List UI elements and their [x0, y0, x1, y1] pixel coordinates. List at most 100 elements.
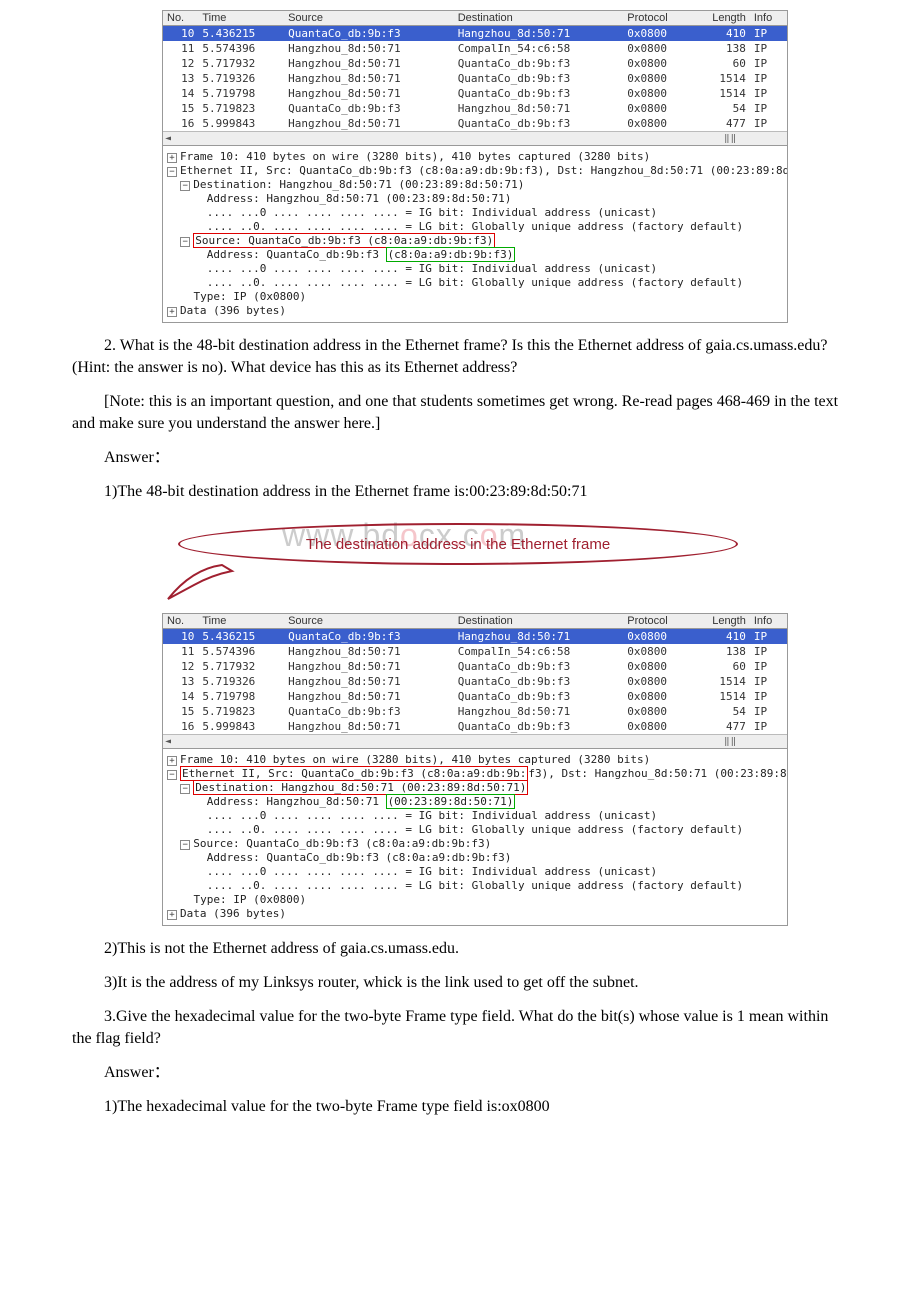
col-source[interactable]: Source: [284, 614, 454, 629]
cell: 5.719823: [198, 101, 284, 116]
col-length[interactable]: Length: [691, 11, 750, 26]
collapse-icon[interactable]: −: [167, 770, 177, 780]
col-destination[interactable]: Destination: [454, 614, 624, 629]
table-row[interactable]: 115.574396Hangzhou_8d:50:71CompalIn_54:c…: [163, 41, 787, 56]
table-row[interactable]: 135.719326Hangzhou_8d:50:71QuantaCo_db:9…: [163, 674, 787, 689]
col-no[interactable]: No.: [163, 614, 198, 629]
collapse-icon[interactable]: −: [180, 840, 190, 850]
cell: 138: [691, 41, 750, 56]
expand-icon[interactable]: +: [167, 153, 177, 163]
cell: QuantaCo_db:9b:f3: [454, 116, 624, 131]
cell: IP: [750, 86, 787, 101]
answer-label: Answer：: [72, 1062, 848, 1084]
cell: 5.574396: [198, 41, 284, 56]
col-protocol[interactable]: Protocol: [623, 614, 691, 629]
ig-bit-line: .... ...0 .... .... .... .... = IG bit: …: [207, 206, 657, 219]
cell: 14: [163, 689, 198, 704]
cell: 1514: [691, 674, 750, 689]
col-info[interactable]: Info: [750, 11, 787, 26]
cell: 12: [163, 659, 198, 674]
col-source[interactable]: Source: [284, 11, 454, 26]
cell: 0x0800: [623, 56, 691, 71]
h-scrollbar[interactable]: ◄ ‖‖: [163, 734, 787, 748]
src-addr-line: Address: QuantaCo_db:9b:f3 (c8:0a:a9:db:…: [207, 247, 516, 262]
expand-icon[interactable]: +: [167, 756, 177, 766]
table-row[interactable]: 145.719798Hangzhou_8d:50:71QuantaCo_db:9…: [163, 689, 787, 704]
scroll-thumb-icon[interactable]: ‖‖: [724, 737, 737, 747]
cell: 54: [691, 101, 750, 116]
dst-mac-highlight: (00:23:89:8d:50:71): [386, 794, 516, 809]
src-line[interactable]: Source: QuantaCo_db:9b:f3 (c8:0a:a9:db:9…: [193, 837, 491, 850]
cell: IP: [750, 629, 787, 645]
src-line-highlight[interactable]: Source: QuantaCo_db:9b:f3 (c8:0a:a9:db:9…: [193, 233, 495, 248]
table-row[interactable]: 145.719798Hangzhou_8d:50:71QuantaCo_db:9…: [163, 86, 787, 101]
col-no[interactable]: No.: [163, 11, 198, 26]
collapse-icon[interactable]: −: [167, 167, 177, 177]
col-destination[interactable]: Destination: [454, 11, 624, 26]
col-time[interactable]: Time: [198, 614, 284, 629]
col-info[interactable]: Info: [750, 614, 787, 629]
cell: 5.717932: [198, 659, 284, 674]
table-row[interactable]: 125.717932Hangzhou_8d:50:71QuantaCo_db:9…: [163, 56, 787, 71]
data-line[interactable]: Data (396 bytes): [180, 304, 286, 317]
expand-icon[interactable]: +: [167, 307, 177, 317]
col-length[interactable]: Length: [691, 614, 750, 629]
cell: Hangzhou_8d:50:71: [284, 719, 454, 734]
cell: 0x0800: [623, 71, 691, 86]
cell: Hangzhou_8d:50:71: [284, 116, 454, 131]
cell: 0x0800: [623, 644, 691, 659]
eth-line-highlight[interactable]: Ethernet II, Src: QuantaCo_db:9b:f3 (c8:…: [180, 766, 528, 781]
scroll-left-icon[interactable]: ◄: [165, 133, 171, 144]
scroll-thumb-icon[interactable]: ‖‖: [724, 134, 737, 144]
scroll-left-icon[interactable]: ◄: [165, 736, 171, 747]
cell: IP: [750, 644, 787, 659]
expand-icon[interactable]: +: [167, 910, 177, 920]
packet-list-header: No. Time Source Destination Protocol Len…: [163, 11, 787, 26]
eth-line[interactable]: Ethernet II, Src: QuantaCo_db:9b:f3 (c8:…: [180, 164, 787, 177]
data-line[interactable]: Data (396 bytes): [180, 907, 286, 920]
cell: 138: [691, 644, 750, 659]
table-row[interactable]: 165.999843Hangzhou_8d:50:71QuantaCo_db:9…: [163, 719, 787, 734]
table-row[interactable]: 165.999843Hangzhou_8d:50:71QuantaCo_db:9…: [163, 116, 787, 131]
cell: 54: [691, 704, 750, 719]
cell: 477: [691, 719, 750, 734]
ig-bit-line: .... ...0 .... .... .... .... = IG bit: …: [207, 262, 657, 275]
cell: IP: [750, 71, 787, 86]
cell: 0x0800: [623, 704, 691, 719]
frame-line[interactable]: Frame 10: 410 bytes on wire (3280 bits),…: [180, 150, 650, 163]
cell: IP: [750, 41, 787, 56]
cell: 11: [163, 41, 198, 56]
cell: QuantaCo_db:9b:f3: [454, 71, 624, 86]
dst-line[interactable]: Destination: Hangzhou_8d:50:71 (00:23:89…: [193, 178, 524, 191]
col-protocol[interactable]: Protocol: [623, 11, 691, 26]
collapse-icon[interactable]: −: [180, 784, 190, 794]
cell: IP: [750, 659, 787, 674]
src-mac-highlight: (c8:0a:a9:db:9b:f3): [386, 247, 516, 262]
table-row[interactable]: 115.574396Hangzhou_8d:50:71CompalIn_54:c…: [163, 644, 787, 659]
cell: 1514: [691, 86, 750, 101]
table-row[interactable]: 155.719823QuantaCo_db:9b:f3Hangzhou_8d:5…: [163, 704, 787, 719]
table-row[interactable]: 105.436215QuantaCo_db:9b:f3Hangzhou_8d:5…: [163, 26, 787, 42]
collapse-icon[interactable]: −: [180, 181, 190, 191]
lg-bit-line: .... ..0. .... .... .... .... = LG bit: …: [207, 879, 743, 892]
collapse-icon[interactable]: −: [180, 237, 190, 247]
cell: 15: [163, 704, 198, 719]
dst-line-highlight[interactable]: Destination: Hangzhou_8d:50:71 (00:23:89…: [193, 780, 528, 795]
frame-line[interactable]: Frame 10: 410 bytes on wire (3280 bits),…: [180, 753, 650, 766]
cell: 1514: [691, 689, 750, 704]
table-row[interactable]: 105.436215QuantaCo_db:9b:f3Hangzhou_8d:5…: [163, 629, 787, 645]
table-row[interactable]: 125.717932Hangzhou_8d:50:71QuantaCo_db:9…: [163, 659, 787, 674]
src-addr-line: Address: QuantaCo_db:9b:f3 (c8:0a:a9:db:…: [207, 851, 512, 864]
table-row[interactable]: 135.719326Hangzhou_8d:50:71QuantaCo_db:9…: [163, 71, 787, 86]
cell: 16: [163, 719, 198, 734]
col-time[interactable]: Time: [198, 11, 284, 26]
cell: 60: [691, 56, 750, 71]
cell: IP: [750, 116, 787, 131]
cell: IP: [750, 674, 787, 689]
cell: 5.436215: [198, 26, 284, 42]
cell: QuantaCo_db:9b:f3: [454, 56, 624, 71]
h-scrollbar[interactable]: ◄ ‖‖: [163, 131, 787, 145]
table-row[interactable]: 155.719823QuantaCo_db:9b:f3Hangzhou_8d:5…: [163, 101, 787, 116]
callout-text: The destination address in the Ethernet …: [306, 536, 610, 553]
cell: Hangzhou_8d:50:71: [454, 704, 624, 719]
